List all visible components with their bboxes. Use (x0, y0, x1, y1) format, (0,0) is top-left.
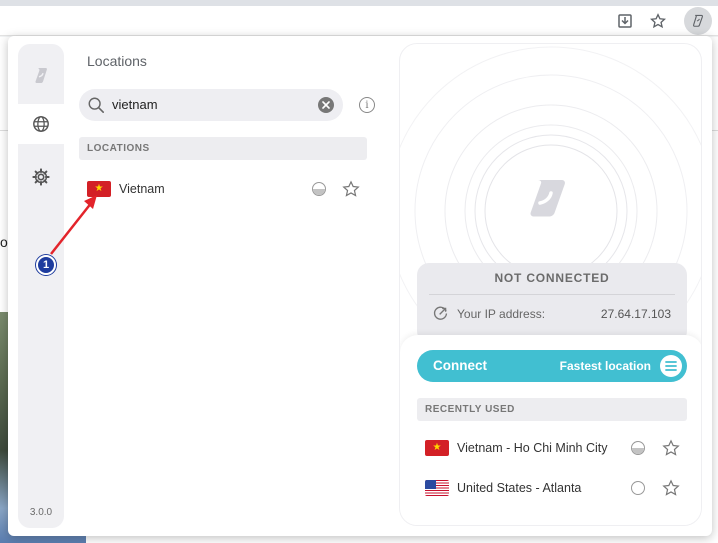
background-text-fragment: o (0, 234, 8, 250)
connection-panel: NOT CONNECTED Your IP address: 27.64.17.… (399, 43, 702, 526)
recent-location-label: Vietnam - Ho Chi Minh City (457, 441, 608, 455)
connection-status-card: NOT CONNECTED Your IP address: 27.64.17.… (417, 263, 687, 343)
clear-search-icon[interactable] (318, 97, 334, 113)
server-load-icon (312, 182, 326, 196)
connect-button[interactable]: Connect Fastest location (417, 350, 687, 382)
search-value[interactable]: vietnam (112, 97, 158, 112)
surfshark-logo-icon[interactable] (18, 56, 64, 96)
fastest-location-label: Fastest location (559, 359, 651, 373)
search-icon (88, 97, 105, 114)
favorite-star-icon[interactable] (662, 479, 680, 497)
annotation-marker: 1 (36, 255, 56, 275)
recent-item-vietnam[interactable]: ★ Vietnam - Ho Chi Minh City (417, 434, 687, 462)
united-states-flag-icon (425, 480, 449, 496)
vietnam-flag-icon: ★ (425, 440, 449, 456)
connect-card: Connect Fastest location RECENTLY USED ★… (400, 335, 701, 525)
version-label: 3.0.0 (29, 507, 53, 518)
surfshark-shield-icon (530, 180, 565, 217)
recent-item-united-states[interactable]: United States - Atlanta (417, 474, 687, 502)
ip-address-icon (433, 306, 448, 320)
server-load-icon (631, 481, 645, 495)
location-menu-icon[interactable] (660, 355, 682, 377)
page-title: Locations (87, 53, 147, 69)
sidebar-item-settings[interactable] (18, 157, 64, 197)
search-input[interactable]: vietnam (79, 89, 343, 121)
browser-toolbar (0, 6, 718, 36)
sidebar: 3.0.0 (18, 44, 64, 528)
download-icon[interactable] (613, 9, 637, 33)
info-icon[interactable]: i (359, 97, 375, 113)
surfshark-popup: 3.0.0 Locations vietnam i LOCATIONS ★ Vi… (8, 36, 712, 536)
globe-icon (33, 116, 49, 132)
bookmark-star-icon[interactable] (646, 9, 670, 33)
vietnam-flag-icon: ★ (87, 181, 111, 197)
connection-status: NOT CONNECTED (494, 271, 610, 285)
gear-icon (32, 168, 50, 186)
surfshark-extension-icon[interactable] (684, 7, 712, 35)
favorite-star-icon[interactable] (662, 439, 680, 457)
recently-used-header: RECENTLY USED (417, 398, 687, 421)
connect-label: Connect (433, 358, 487, 373)
favorite-star-icon[interactable] (342, 180, 360, 198)
recent-location-label: United States - Atlanta (457, 481, 582, 495)
list-item-vietnam[interactable]: ★ Vietnam (79, 174, 367, 204)
location-label: Vietnam (119, 182, 165, 196)
sidebar-item-locations[interactable] (18, 104, 64, 144)
locations-section-header: LOCATIONS (79, 137, 367, 160)
server-load-icon (631, 441, 645, 455)
ip-address-value: 27.64.17.103 (600, 307, 671, 321)
ip-address-label: Your IP address: (457, 307, 546, 321)
divider (429, 294, 675, 295)
